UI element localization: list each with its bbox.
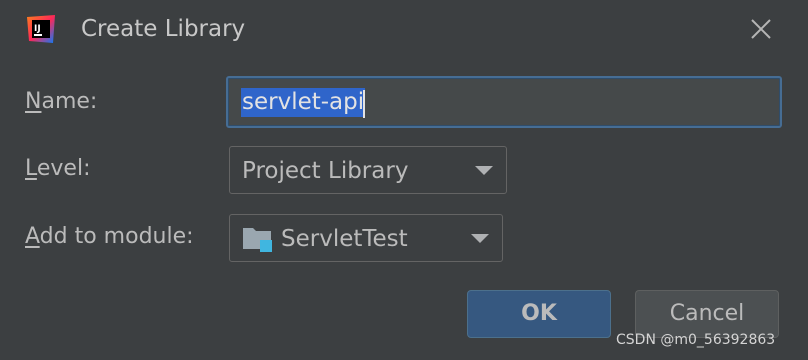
folder-module-icon	[243, 228, 272, 252]
intellij-idea-icon: IJ	[27, 15, 55, 43]
name-input[interactable]: servlet-api	[226, 76, 782, 128]
text-caret	[363, 90, 365, 118]
level-select[interactable]: Project Library	[229, 146, 507, 194]
name-input-value: servlet-api	[241, 88, 366, 117]
module-select-value: ServletTest	[281, 226, 408, 252]
svg-text:IJ: IJ	[34, 24, 41, 34]
ok-button[interactable]: OK	[467, 290, 611, 338]
chevron-down-icon	[475, 166, 493, 175]
module-label: Add to module:	[25, 224, 194, 249]
level-select-value: Project Library	[242, 158, 409, 184]
level-label: Level:	[25, 156, 91, 181]
chevron-down-icon	[471, 234, 489, 243]
dialog-title: Create Library	[81, 16, 246, 42]
module-select[interactable]: ServletTest	[229, 214, 503, 262]
watermark-text: CSDN @m0_56392863	[616, 332, 776, 348]
title-bar: IJ Create Library	[0, 0, 808, 60]
close-icon[interactable]	[746, 14, 776, 44]
name-label: Name:	[25, 89, 98, 114]
